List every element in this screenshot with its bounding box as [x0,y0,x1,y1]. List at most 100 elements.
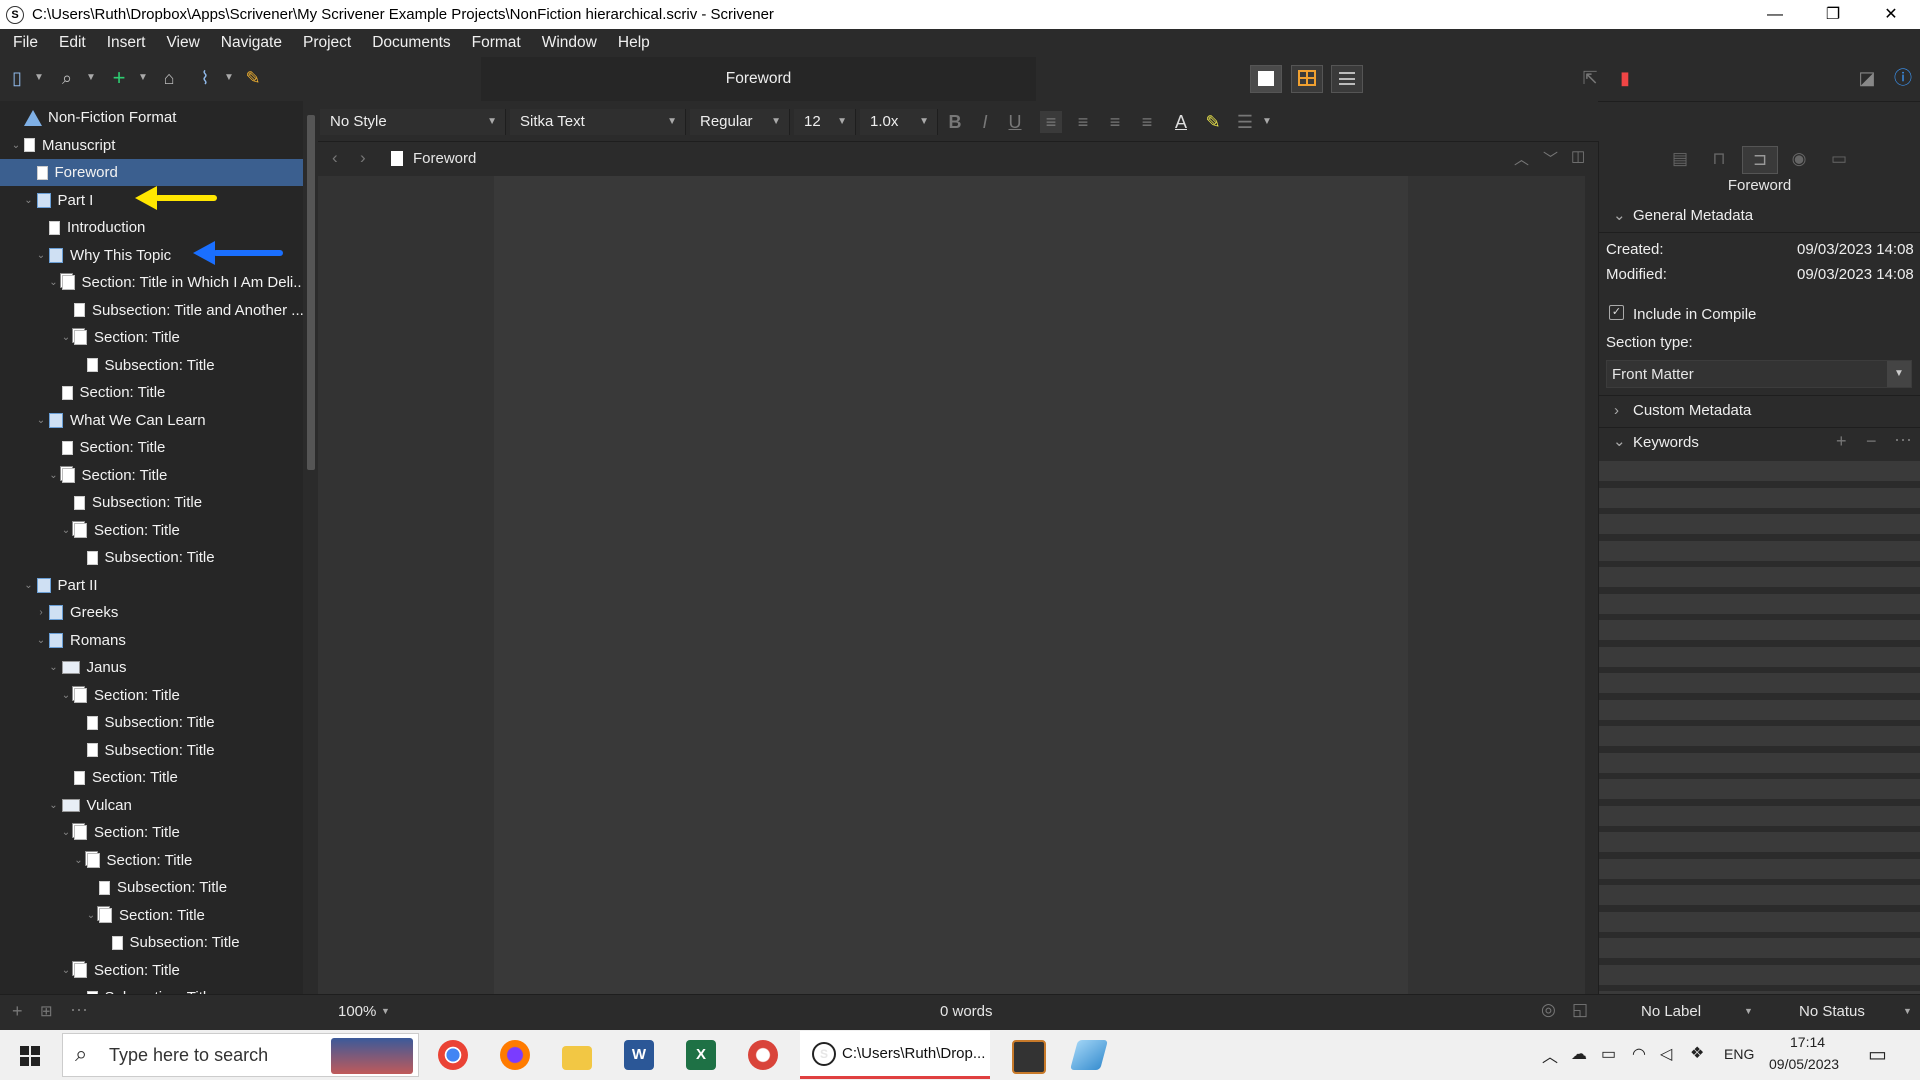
chevron-down-icon[interactable]: ▼ [132,67,154,89]
chevron-down-icon[interactable]: ▼ [1256,111,1278,133]
chevron-down-icon[interactable]: ▼ [1744,1006,1753,1016]
keywords-list-row[interactable] [1599,699,1920,720]
chevron-down-icon[interactable]: ⌄ [60,957,72,984]
chevron-down-icon[interactable]: ▼ [1903,1006,1912,1016]
clock-time[interactable]: 17:14 [1790,1034,1825,1050]
bold-icon[interactable]: B [944,111,966,133]
keywords-list-row[interactable] [1599,567,1920,587]
keywords-list-row[interactable] [1599,964,1920,985]
chrome-icon[interactable] [438,1040,468,1070]
binder-item[interactable]: Foreword [23,159,118,186]
word-count[interactable]: 0 words [940,1003,993,1020]
more-options-icon[interactable]: ⋯ [1894,430,1912,451]
italic-icon[interactable]: I [974,111,996,133]
bookmarks-tab-icon[interactable]: ⊓ [1702,146,1736,172]
binder-item[interactable]: Introduction [35,214,145,241]
keywords-list-row[interactable] [1599,726,1920,746]
terminal-app-icon[interactable] [1012,1040,1046,1074]
binder-item[interactable]: Subsection: Title [73,737,215,764]
chevron-down-icon[interactable]: ⌄ [1613,432,1626,450]
menu-documents[interactable]: Documents [359,34,458,52]
chevron-right-icon[interactable]: › [1614,402,1619,419]
forward-icon[interactable]: › [360,148,366,168]
binder-scrollbar[interactable] [303,101,318,994]
binder-item[interactable]: Section: Title [48,379,165,406]
binder-item[interactable]: ⌄ Part II [23,572,97,599]
chevron-down-icon[interactable]: ⌄ [48,269,60,296]
remove-keyword-icon[interactable]: − [1866,431,1877,452]
minimize-button[interactable]: — [1746,0,1804,29]
new-folder-icon[interactable]: ⊞ [40,1002,53,1020]
keywords-list-row[interactable] [1599,540,1920,561]
binder-item[interactable]: Subsection: Title [73,984,215,994]
keywords-list-row[interactable] [1599,832,1920,852]
chevron-down-icon[interactable]: ⌄ [23,572,35,599]
chevron-right-icon[interactable]: › [35,599,47,626]
chevron-down-icon[interactable]: ▼ [381,1006,390,1016]
binder-item[interactable]: ⌄ Section: Title [60,324,180,351]
keywords-list-row[interactable] [1599,885,1920,905]
trash-icon[interactable]: ⌂ [158,67,180,89]
keywords-list-row[interactable] [1599,752,1920,773]
file-explorer-icon[interactable] [562,1046,592,1070]
binder-scroll-thumb[interactable] [307,115,315,470]
binder-item[interactable]: Section: Title [60,764,178,791]
chevron-down-icon[interactable]: ▼ [80,67,102,89]
editor-header-title[interactable]: Foreword [413,150,476,167]
binder-item[interactable]: ⌄ Manuscript [10,132,116,159]
binder-item[interactable]: Section: Title [48,434,165,461]
include-in-compile-checkbox[interactable]: ✓ [1609,305,1624,320]
volume-icon[interactable]: ◁ [1660,1044,1672,1064]
add-icon[interactable]: + [108,67,130,89]
chevron-down-icon[interactable]: ⌄ [48,462,60,489]
binder-item[interactable]: Subsection: Title [60,489,202,516]
search-icon[interactable]: ⌕ [56,67,78,89]
binder-item[interactable]: ⌄ Section: Title [60,517,180,544]
bookmark-icon[interactable]: ▮ [1614,67,1636,89]
snipping-tool-icon[interactable] [748,1040,778,1070]
chevron-up-icon[interactable]: ︿ [1542,1043,1558,1067]
binder-item[interactable]: ⌄ Section: Title [48,462,167,489]
notes-tab-icon[interactable]: ▤ [1663,146,1697,172]
wifi-icon[interactable]: ◠ [1632,1044,1646,1064]
keywords-list-row[interactable] [1599,858,1920,879]
notifications-icon[interactable]: ▭ [1868,1042,1887,1067]
binder-item[interactable]: › Greeks [35,599,118,626]
chevron-down-icon[interactable]: ⌄ [60,324,72,351]
word-icon[interactable]: W [624,1040,654,1070]
keywords-list-row[interactable] [1599,779,1920,799]
snapshots-tab-icon[interactable]: ◉ [1782,146,1816,172]
chevron-down-icon[interactable]: ⌄ [35,242,47,269]
binder-toggle-icon[interactable]: ▯ [6,67,28,89]
keywords-list-row[interactable] [1599,461,1920,481]
underline-icon[interactable]: U [1004,111,1026,133]
quick-reference-icon[interactable]: ✎ [242,67,264,89]
battery-icon[interactable]: ▭ [1601,1044,1616,1064]
menu-insert[interactable]: Insert [94,34,154,52]
keywords-list-row[interactable] [1599,620,1920,640]
language-indicator[interactable]: ENG [1724,1046,1754,1062]
onedrive-icon[interactable]: ☁ [1571,1044,1587,1064]
editor-text-page[interactable] [494,176,1408,994]
binder-item[interactable]: ⌄ Vulcan [48,792,132,819]
keywords-list-row[interactable] [1599,911,1920,932]
excel-icon[interactable]: X [686,1040,716,1070]
chevron-down-icon[interactable]: ⌄ [60,819,72,846]
menu-navigate[interactable]: Navigate [208,34,290,52]
editor-scrollbar[interactable] [1585,176,1598,994]
custom-metadata-header[interactable]: Custom Metadata [1633,402,1751,419]
line-spacing-select[interactable]: 1.0x ▼ [860,109,938,135]
keywords-list-row[interactable] [1599,805,1920,826]
firefox-icon[interactable] [500,1040,530,1070]
chevron-down-icon[interactable]: ⌄ [10,132,22,159]
add-item-icon[interactable]: + [12,1001,23,1022]
label-select[interactable]: No Label [1641,1003,1701,1020]
metadata-tab-icon[interactable]: ⊐ [1742,146,1778,174]
binder-item[interactable]: Subsection: Title [73,544,215,571]
binder-item[interactable]: ⌄ Section: Title [60,682,180,709]
taskbar-scrivener-window[interactable]: S C:\Users\Ruth\Drop... [800,1031,990,1079]
next-document-icon[interactable]: ﹀ [1543,148,1558,169]
chevron-down-icon[interactable]: ⌄ [60,517,72,544]
previous-document-icon[interactable]: ︿ [1514,148,1529,169]
binder-item[interactable]: ⌄ Janus [48,654,126,681]
